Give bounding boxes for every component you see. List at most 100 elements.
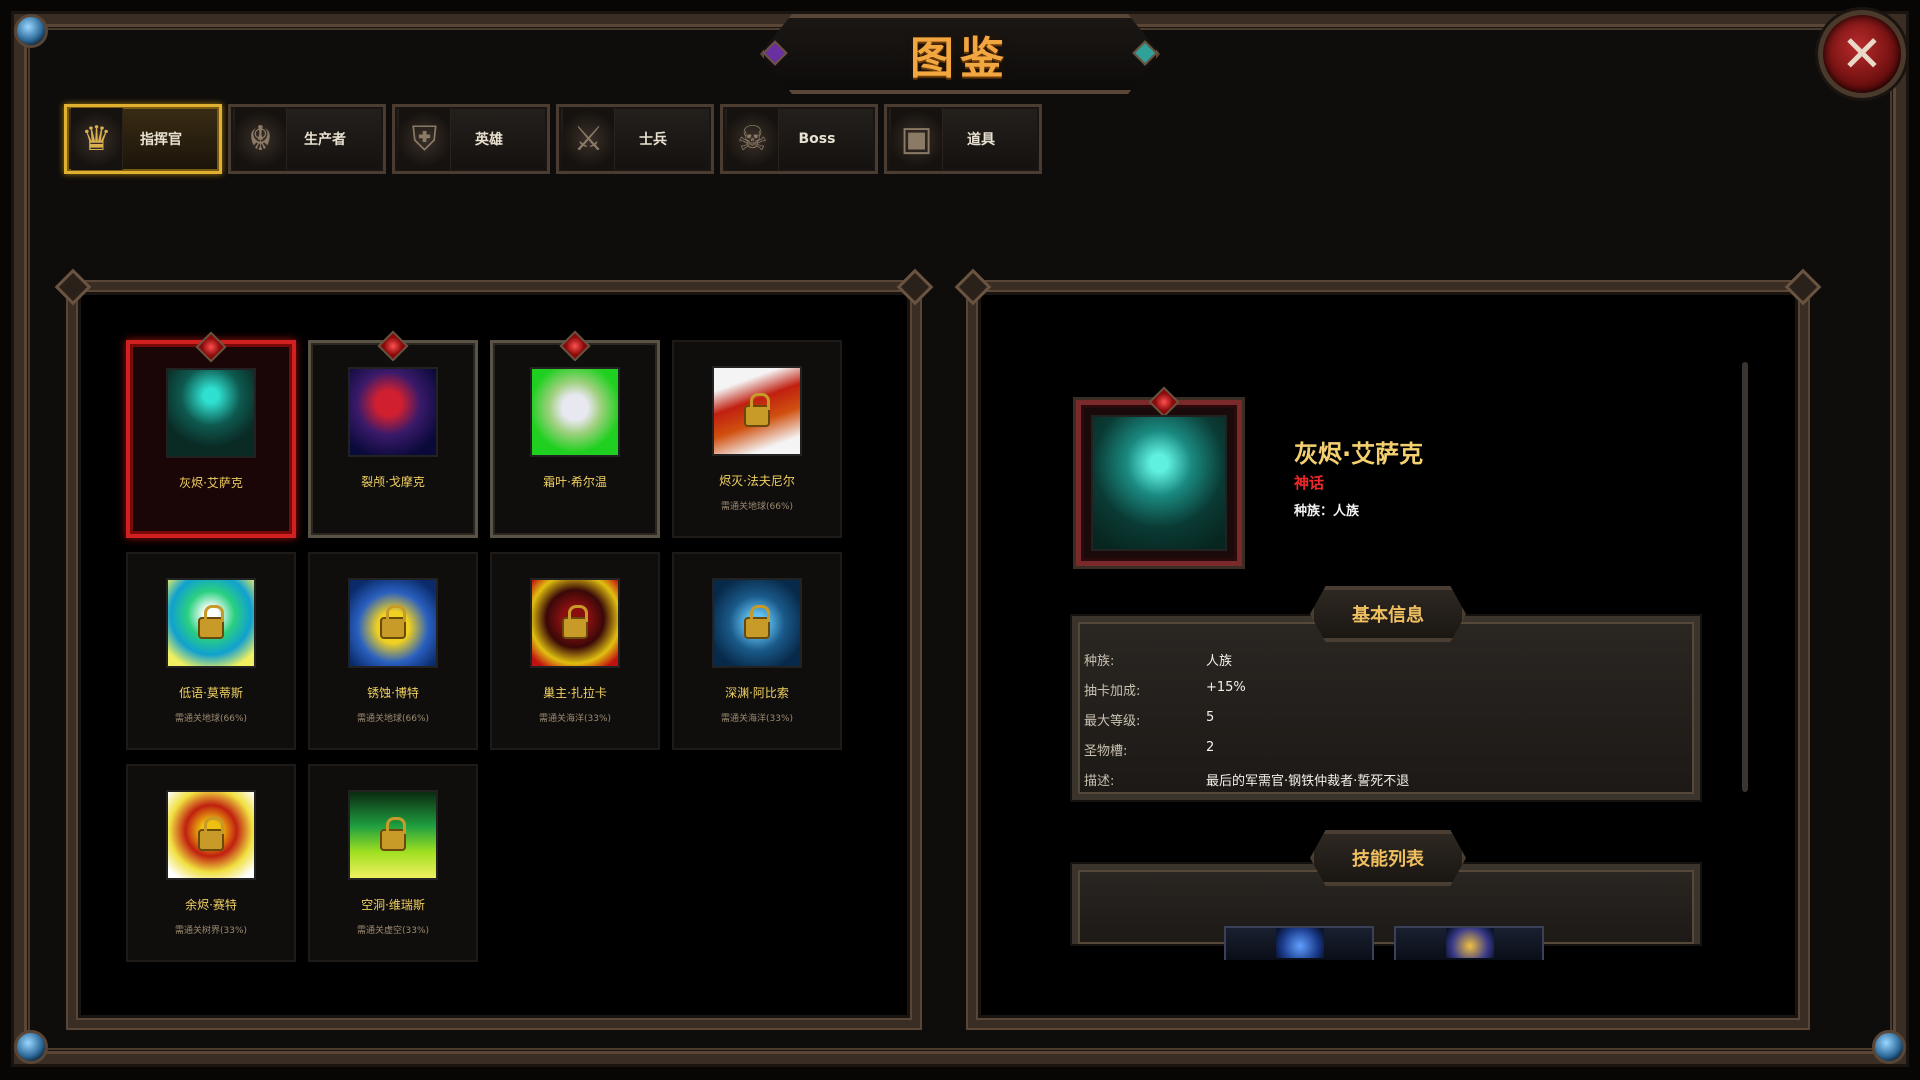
card-name: 空洞·维瑞斯 <box>361 898 425 912</box>
info-value: 5 <box>1206 710 1215 725</box>
card-name: 低语·莫蒂斯 <box>179 686 243 700</box>
card-name: 余烬·赛特 <box>185 898 237 912</box>
info-value: 最后的军需官·钢铁仲裁者·誓死不退 <box>1206 774 1410 789</box>
portrait-image <box>348 790 438 880</box>
close-icon: ✕ <box>1841 25 1883 83</box>
skill-icon <box>1276 928 1324 958</box>
race-label: 种族：人族 <box>1294 504 1360 519</box>
detail-panel: 灰烬·艾萨克 神话 种族：人族 基本信息 种族: 人族 抽卡加成: +15% 最… <box>954 268 1822 1028</box>
corner-gem-icon <box>14 14 48 48</box>
card-item[interactable]: 空洞·维瑞斯 需通关虚空(33%) <box>308 764 478 962</box>
info-value: +15% <box>1206 680 1246 695</box>
ruby-gem-icon <box>377 330 409 362</box>
card-item[interactable]: 灰烬·艾萨克 <box>126 331 296 538</box>
card-grid: 灰烬·艾萨克 裂颅·戈摩克 霜叶·希尔温 烬灭·法夫尼尔 需通关地球(66%) … <box>126 330 842 962</box>
corner-gem-icon <box>1872 1030 1906 1064</box>
card-name: 巢主·扎拉卡 <box>543 686 607 700</box>
card-item[interactable]: 霜叶·希尔温 <box>490 330 660 538</box>
card-item[interactable]: 巢主·扎拉卡 需通关海洋(33%) <box>490 552 660 750</box>
info-key: 种族: <box>1084 654 1115 669</box>
corner-gem-icon <box>14 1030 48 1064</box>
card-name: 霜叶·希尔温 <box>543 475 607 489</box>
lock-icon <box>198 605 224 639</box>
unlock-requirement: 需通关海洋(33%) <box>720 714 794 724</box>
tab-soldier[interactable]: ⚔ 士兵 <box>556 104 714 174</box>
lock-icon <box>562 605 588 639</box>
tab-label: 英雄 <box>475 132 503 148</box>
tab-boss[interactable]: ☠ Boss <box>720 104 878 174</box>
skill-slot[interactable] <box>1224 926 1374 960</box>
detail-portrait-image <box>1091 415 1227 551</box>
close-button[interactable]: ✕ <box>1818 10 1906 98</box>
lock-icon <box>198 817 224 851</box>
tab-items[interactable]: ▣ 道具 <box>884 104 1042 174</box>
card-name: 锈蚀·博特 <box>367 686 419 700</box>
info-key: 圣物槽: <box>1084 744 1128 759</box>
tab-label: Boss <box>798 131 836 147</box>
unlock-requirement: 需通关地球(66%) <box>356 714 430 724</box>
dragon-head-icon: ☬ <box>235 108 287 170</box>
skill-slot[interactable] <box>1394 926 1544 960</box>
unlock-requirement: 需通关海洋(33%) <box>538 714 612 724</box>
lock-icon <box>380 605 406 639</box>
portrait-image <box>712 578 802 668</box>
unlock-requirement: 需通关地球(66%) <box>720 502 794 512</box>
card-name: 裂颅·戈摩克 <box>361 475 425 489</box>
tab-hero[interactable]: ⛨ 英雄 <box>392 104 550 174</box>
portrait-image <box>712 366 802 456</box>
ruby-gem-icon <box>559 330 591 362</box>
card-item[interactable]: 余烬·赛特 需通关树界(33%) <box>126 764 296 962</box>
lion-shield-icon: ♛ <box>71 108 123 170</box>
info-row-draw-bonus: 抽卡加成: +15% <box>1084 680 1246 699</box>
unlock-requirement: 需通关树界(33%) <box>174 926 248 936</box>
category-tabs: ♛ 指挥官 ☬ 生产者 ⛨ 英雄 ⚔ 士兵 ☠ Boss ▣ 道具 <box>64 104 1042 174</box>
tab-label: 生产者 <box>304 132 346 148</box>
info-row-description: 描述: 最后的军需官·钢铁仲裁者·誓死不退 <box>1084 770 1409 789</box>
lock-icon <box>744 605 770 639</box>
demon-icon: ☠ <box>727 108 779 170</box>
detail-name: 灰烬·艾萨克 <box>1294 440 1424 468</box>
portrait-image <box>530 367 620 457</box>
info-row-race: 种族: 人族 <box>1084 650 1232 669</box>
tab-label: 士兵 <box>639 132 667 148</box>
detail-portrait-frame <box>1076 386 1242 566</box>
collection-panel: 灰烬·艾萨克 裂颅·戈摩克 霜叶·希尔温 烬灭·法夫尼尔 需通关地球(66%) … <box>54 268 934 1028</box>
skill-icon <box>1446 928 1494 958</box>
rarity-label: 神话 <box>1294 474 1325 492</box>
unlock-requirement: 需通关虚空(33%) <box>356 926 430 936</box>
card-name: 烬灭·法夫尼尔 <box>719 474 795 488</box>
unlock-requirement: 需通关地球(66%) <box>174 714 248 724</box>
page-title: 图鉴 <box>910 33 1010 84</box>
info-key: 描述: <box>1084 774 1115 789</box>
info-row-relic-slots: 圣物槽: 2 <box>1084 740 1214 759</box>
card-item[interactable]: 裂颅·戈摩克 <box>308 330 478 538</box>
tab-label: 道具 <box>967 132 995 148</box>
card-item[interactable]: 锈蚀·博特 需通关地球(66%) <box>308 552 478 750</box>
tab-producer[interactable]: ☬ 生产者 <box>228 104 386 174</box>
info-key: 最大等级: <box>1084 714 1141 729</box>
crossed-swords-icon: ⚔ <box>563 108 615 170</box>
info-key: 抽卡加成: <box>1084 684 1141 699</box>
tab-commander[interactable]: ♛ 指挥官 <box>64 104 222 174</box>
portrait-image <box>348 578 438 668</box>
portrait-image <box>530 578 620 668</box>
treasure-chest-icon: ▣ <box>891 108 943 170</box>
ruby-gem-icon <box>1148 386 1180 418</box>
detail-scrollbar[interactable] <box>1742 362 1748 792</box>
title-plate: 图鉴 <box>760 14 1160 94</box>
card-item[interactable]: 烬灭·法夫尼尔 需通关地球(66%) <box>672 340 842 538</box>
portrait-image <box>166 368 256 458</box>
lock-icon <box>744 393 770 427</box>
ruby-gem-icon <box>195 331 227 363</box>
card-item[interactable]: 低语·莫蒂斯 需通关地球(66%) <box>126 552 296 750</box>
portrait-image <box>348 367 438 457</box>
info-row-max-level: 最大等级: 5 <box>1084 710 1214 729</box>
tab-label: 指挥官 <box>140 132 182 148</box>
info-value: 人族 <box>1206 654 1233 669</box>
knight-helmet-icon: ⛨ <box>399 108 451 170</box>
info-value: 2 <box>1206 740 1215 755</box>
card-name: 深渊·阿比索 <box>725 686 789 700</box>
portrait-image <box>166 790 256 880</box>
card-item[interactable]: 深渊·阿比索 需通关海洋(33%) <box>672 552 842 750</box>
card-name: 灰烬·艾萨克 <box>179 476 243 490</box>
